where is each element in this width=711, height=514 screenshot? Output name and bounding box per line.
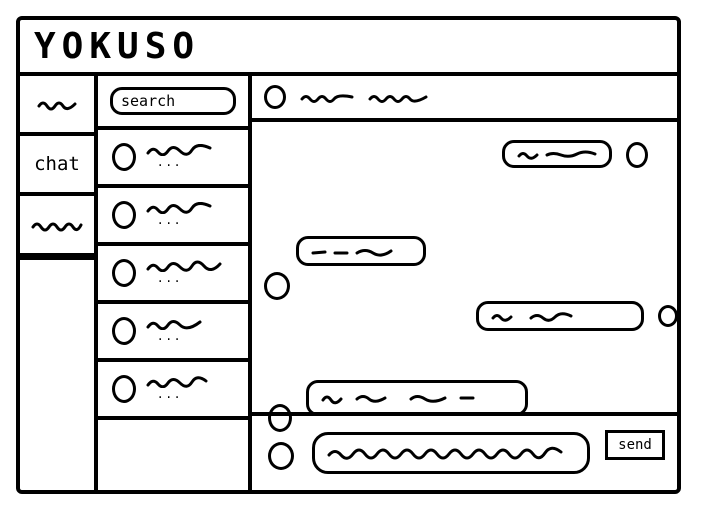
contact-name-scribble [146,202,212,214]
nav-sidebar: chat [20,76,98,490]
message-bubble-outgoing [476,301,644,331]
avatar [658,305,678,327]
contact-item[interactable]: ··· [98,188,248,246]
title-bar: YOKUSO [20,20,677,76]
avatar [112,259,136,287]
chat-header [252,76,677,122]
contact-item[interactable]: ··· [98,362,248,420]
contact-preview-dots: ··· [158,390,184,406]
contact-name-scribble [146,260,222,272]
app-window: YOKUSO chat search ··· ··· ··· ··· ··· s… [16,16,681,494]
chat-panel: send [252,76,678,490]
avatar [264,272,290,300]
contact-name-scribble [146,320,202,330]
app-title: YOKUSO [34,25,201,67]
avatar [112,375,136,403]
avatar [268,442,294,470]
contact-preview-dots: ··· [158,332,184,348]
message-text-scribble [311,249,393,257]
nav-item-chat-label: chat [34,153,80,175]
placeholder-text-scribble [31,222,83,231]
search-bar: search [98,76,248,130]
contact-list: search ··· ··· ··· ··· ··· [98,76,252,490]
message-input[interactable] [312,432,590,474]
message-text-scribble [491,312,573,322]
avatar [112,143,136,171]
contact-preview-dots: ··· [158,216,184,232]
message-text-scribble [517,150,597,160]
avatar [112,201,136,229]
chat-contact-name-scribble [300,94,354,103]
nav-item-1[interactable] [20,76,94,136]
contact-name-scribble [146,144,212,156]
nav-item-3[interactable] [20,196,94,260]
avatar [264,85,286,109]
chat-contact-status-scribble [368,95,428,103]
avatar [626,142,648,168]
avatar [112,317,136,345]
contact-item[interactable]: ··· [98,130,248,188]
contact-name-scribble [146,376,208,388]
message-composer: send [252,412,677,490]
message-bubble-incoming [306,380,528,416]
send-button[interactable]: send [605,430,665,460]
message-input-text-scribble [327,446,563,460]
message-bubble-incoming [296,236,426,266]
nav-item-chat[interactable]: chat [20,136,94,196]
contact-preview-dots: ··· [158,158,184,174]
message-text-scribble [321,395,475,405]
search-input[interactable]: search [110,87,236,115]
contact-item[interactable]: ··· [98,304,248,362]
contact-preview-dots: ··· [158,274,184,290]
message-bubble-outgoing [502,140,612,168]
contact-item[interactable]: ··· [98,246,248,304]
placeholder-text-scribble [37,101,77,111]
